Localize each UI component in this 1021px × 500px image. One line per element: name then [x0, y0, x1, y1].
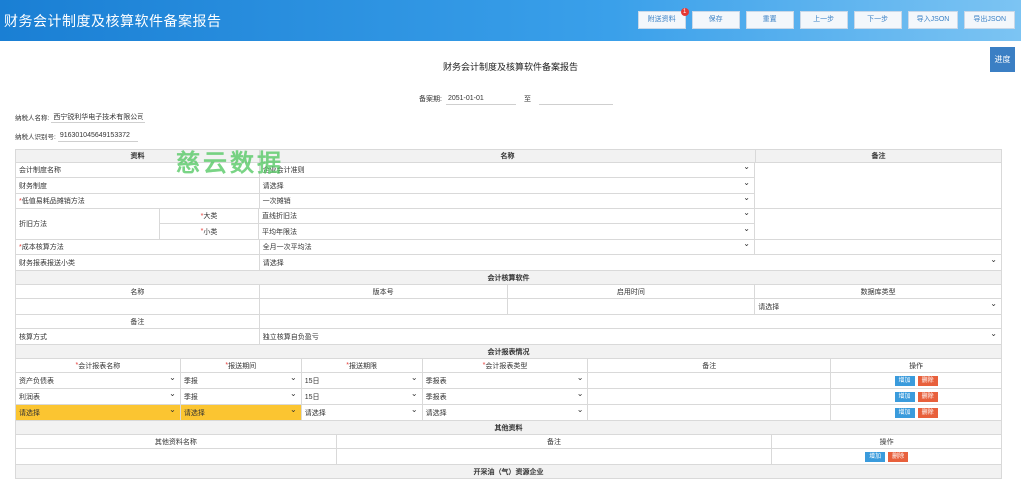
other-col-remark: 备注 — [337, 435, 773, 448]
delete-other-button[interactable]: 删除 — [888, 451, 909, 462]
reports-col-name: * 会计报表名称 — [16, 359, 181, 372]
report-remark-input[interactable] — [588, 373, 832, 388]
table-row: 请选择 请选择 请选择 请选择 增加删除 — [15, 405, 1002, 421]
taxpayer-name-label: 纳税人名称: — [15, 115, 50, 122]
reports-col-ops: 操作 — [831, 359, 1002, 372]
software-col-version: 版本号 — [260, 285, 508, 298]
table-row: 利润表 季报 15日 季报表 增加删除 — [15, 389, 1002, 405]
report-name-select[interactable]: 资产负债表 — [19, 373, 177, 386]
notification-badge: 1 — [680, 8, 689, 16]
other-section-title: 其他资料 — [16, 421, 1002, 434]
oil-section-title: 开采油（气）资源企业 — [16, 465, 1002, 478]
report-period-select[interactable]: 季报 — [184, 389, 298, 402]
toolbar: 附送资料 1 保存 重置 上一步 下一步 导入JSON 导出JSON — [637, 8, 1015, 29]
report-period-select[interactable]: 请选择 — [184, 405, 298, 418]
accounting-method-select[interactable]: 独立核算自负盈亏 — [263, 329, 998, 342]
remark-cell-1[interactable] — [755, 163, 1002, 209]
system-name-select[interactable]: 企业会计准则 — [263, 163, 751, 175]
report-period-select[interactable]: 季报 — [184, 373, 298, 386]
report-deadline-select[interactable]: 15日 — [305, 373, 419, 386]
delete-row-button[interactable]: 删除 — [917, 407, 938, 418]
report-remark-input[interactable] — [588, 389, 832, 404]
watermark-text: 慈云数据 — [176, 149, 284, 177]
depreciation-major-select[interactable]: 直线折旧法 — [262, 209, 751, 221]
software-section-title: 会计核算软件 — [16, 271, 1002, 284]
report-name-select[interactable]: 利润表 — [19, 389, 177, 402]
reports-col-deadline: * 报送期限 — [302, 359, 423, 372]
software-col-db-type: 数据库类型 — [755, 285, 1002, 298]
taxpayer-name-input[interactable] — [51, 111, 146, 123]
taxpayer-name-row: 纳税人名称: — [15, 111, 146, 123]
report-name-select[interactable]: 请选择 — [19, 405, 177, 418]
taxpayer-id-input[interactable] — [57, 130, 138, 142]
col-header-remark: 备注 — [756, 150, 1002, 162]
software-start-time-input[interactable] — [508, 299, 756, 314]
add-row-button[interactable]: 增加 — [894, 391, 915, 402]
low-value-select[interactable]: 一次摊销 — [263, 194, 751, 206]
cost-method-label: * 成本核算方法 — [16, 240, 260, 254]
col-header-name: 名称 — [260, 150, 756, 162]
other-name-input[interactable] — [16, 449, 337, 464]
report-remark-input[interactable] — [588, 405, 832, 420]
reports-col-type: * 会计报表类型 — [423, 359, 589, 372]
filing-period: 备案期: 至 — [419, 93, 613, 105]
accounting-system-select[interactable]: 请选择 — [263, 178, 751, 191]
add-row-button[interactable]: 增加 — [894, 375, 915, 386]
other-col-name: 其他资料名称 — [16, 435, 337, 448]
software-version-input[interactable] — [260, 299, 508, 314]
app-title: 财务会计制度及核算软件备案报告 — [4, 13, 222, 29]
report-type-select[interactable]: 季报表 — [426, 373, 585, 386]
add-row-button[interactable]: 增加 — [894, 407, 915, 418]
other-remark-input[interactable] — [337, 449, 773, 464]
reports-section-title: 会计报表情况 — [16, 345, 1002, 358]
software-remark-input[interactable] — [260, 315, 1002, 328]
depreciation-label: 折旧方法 — [15, 209, 160, 240]
report-sub-label: 财务报表报送小类 — [16, 255, 260, 270]
other-col-ops: 操作 — [772, 435, 1002, 448]
table-row: 增加 删除 — [15, 449, 1002, 465]
db-type-select[interactable]: 请选择 — [758, 299, 998, 312]
report-type-select[interactable]: 请选择 — [426, 405, 585, 418]
depreciation-major-label: * 大类 — [160, 209, 259, 223]
taxpayer-id-row: 纳税人识别号: — [15, 130, 138, 142]
reset-button[interactable]: 重置 — [745, 11, 794, 29]
report-sub-select[interactable]: 请选择 — [263, 255, 998, 268]
report-deadline-select[interactable]: 请选择 — [305, 405, 419, 418]
next-step-button[interactable]: 下一步 — [853, 11, 902, 29]
software-name-input[interactable] — [16, 299, 260, 314]
attach-button[interactable]: 附送资料 1 — [637, 8, 689, 29]
export-json-button[interactable]: 导出JSON — [964, 11, 1015, 29]
low-value-label: * 低值易耗品摊销方法 — [16, 194, 260, 208]
delete-row-button[interactable]: 删除 — [917, 391, 938, 402]
depreciation-minor-select[interactable]: 平均年限法 — [262, 224, 751, 237]
reports-col-remark: 备注 — [588, 359, 832, 372]
taxpayer-id-label: 纳税人识别号: — [15, 134, 56, 141]
report-form: 资料 名称 备注 会计制度名称 企业会计准则 财务制度 请选择 *低值易耗品摊销… — [15, 149, 1002, 479]
depreciation-minor-label: * 小类 — [160, 224, 259, 239]
reports-col-period: * 报送期间 — [181, 359, 302, 372]
delete-row-button[interactable]: 删除 — [917, 375, 938, 386]
remark-cell-3[interactable] — [755, 240, 1002, 255]
accounting-system-label: 财务制度 — [16, 178, 260, 193]
app-header: 财务会计制度及核算软件备案报告 附送资料 1 保存 重置 上一步 下一步 导入JS… — [0, 0, 1021, 41]
software-col-start-time: 启用时间 — [508, 285, 756, 298]
table-row: 资产负债表 季报 15日 季报表 增加删除 — [15, 373, 1002, 389]
software-col-name: 名称 — [16, 285, 260, 298]
add-other-button[interactable]: 增加 — [865, 451, 886, 462]
import-json-button[interactable]: 导入JSON — [907, 11, 959, 29]
software-remark-label: 备注 — [16, 315, 260, 328]
cost-method-select[interactable]: 全月一次平均法 — [263, 240, 751, 252]
period-end-input[interactable] — [538, 93, 613, 105]
report-type-select[interactable]: 季报表 — [426, 389, 585, 402]
accounting-method-label: 核算方式 — [16, 329, 260, 344]
period-separator: 至 — [523, 96, 531, 103]
document-title: 财务会计制度及核算软件备案报告 — [442, 62, 578, 72]
report-deadline-select[interactable]: 15日 — [305, 389, 419, 402]
remark-cell-2[interactable] — [755, 209, 1002, 240]
prev-step-button[interactable]: 上一步 — [799, 11, 848, 29]
period-start-input[interactable] — [445, 93, 516, 105]
save-button[interactable]: 保存 — [691, 11, 740, 29]
period-label: 备案期: — [419, 96, 442, 103]
